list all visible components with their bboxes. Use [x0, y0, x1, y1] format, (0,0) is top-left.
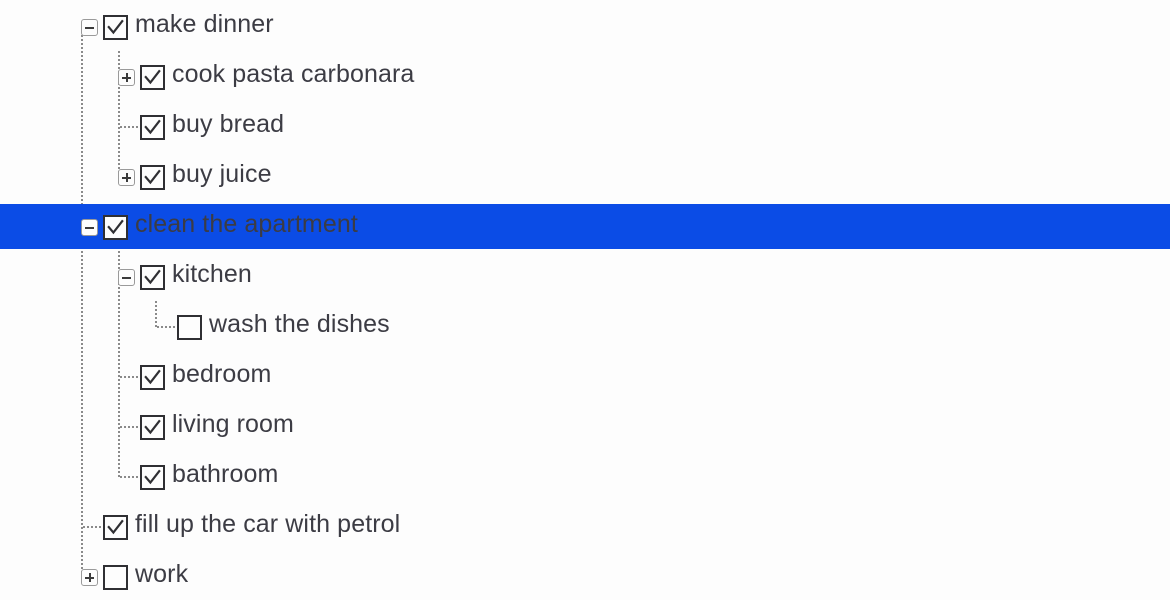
tree-row-label: wash the dishes: [209, 310, 390, 338]
todo-tree-view[interactable]: make dinner cook pasta carbonara buy bread…: [0, 0, 1170, 600]
tree-row-label: fill up the car with petrol: [135, 510, 401, 538]
expand-icon[interactable]: [81, 568, 98, 586]
tree-row-label: buy bread: [172, 110, 285, 138]
checkbox-checked[interactable]: [140, 114, 165, 140]
tree-row-label: living room: [172, 410, 294, 438]
checkbox-checked[interactable]: [140, 464, 165, 490]
tree-row-label: bathroom: [172, 460, 279, 488]
tree-row-label: make dinner: [135, 10, 274, 38]
collapse-icon[interactable]: [81, 218, 98, 236]
tree-row-label: bedroom: [172, 360, 272, 388]
checkbox-checked[interactable]: [103, 514, 128, 540]
tree-row-label: clean the apartment: [135, 210, 358, 238]
tree-row-label: kitchen: [172, 260, 252, 288]
collapse-icon[interactable]: [118, 268, 135, 286]
tree-row[interactable]: [0, 304, 1170, 349]
checkbox-checked[interactable]: [103, 214, 128, 240]
checkbox-unchecked[interactable]: [177, 314, 202, 340]
checkbox-checked[interactable]: [140, 414, 165, 440]
expand-icon[interactable]: [118, 68, 135, 86]
expand-icon[interactable]: [118, 168, 135, 186]
checkbox-checked[interactable]: [140, 164, 165, 190]
tree-row-label: buy juice: [172, 160, 272, 188]
checkbox-checked[interactable]: [103, 14, 128, 40]
collapse-icon[interactable]: [81, 18, 98, 36]
checkbox-unchecked[interactable]: [103, 564, 128, 590]
tree-row-label: work: [135, 560, 189, 588]
checkbox-checked[interactable]: [140, 264, 165, 290]
tree-row-label: cook pasta carbonara: [172, 60, 415, 88]
checkbox-checked[interactable]: [140, 64, 165, 90]
checkbox-checked[interactable]: [140, 364, 165, 390]
